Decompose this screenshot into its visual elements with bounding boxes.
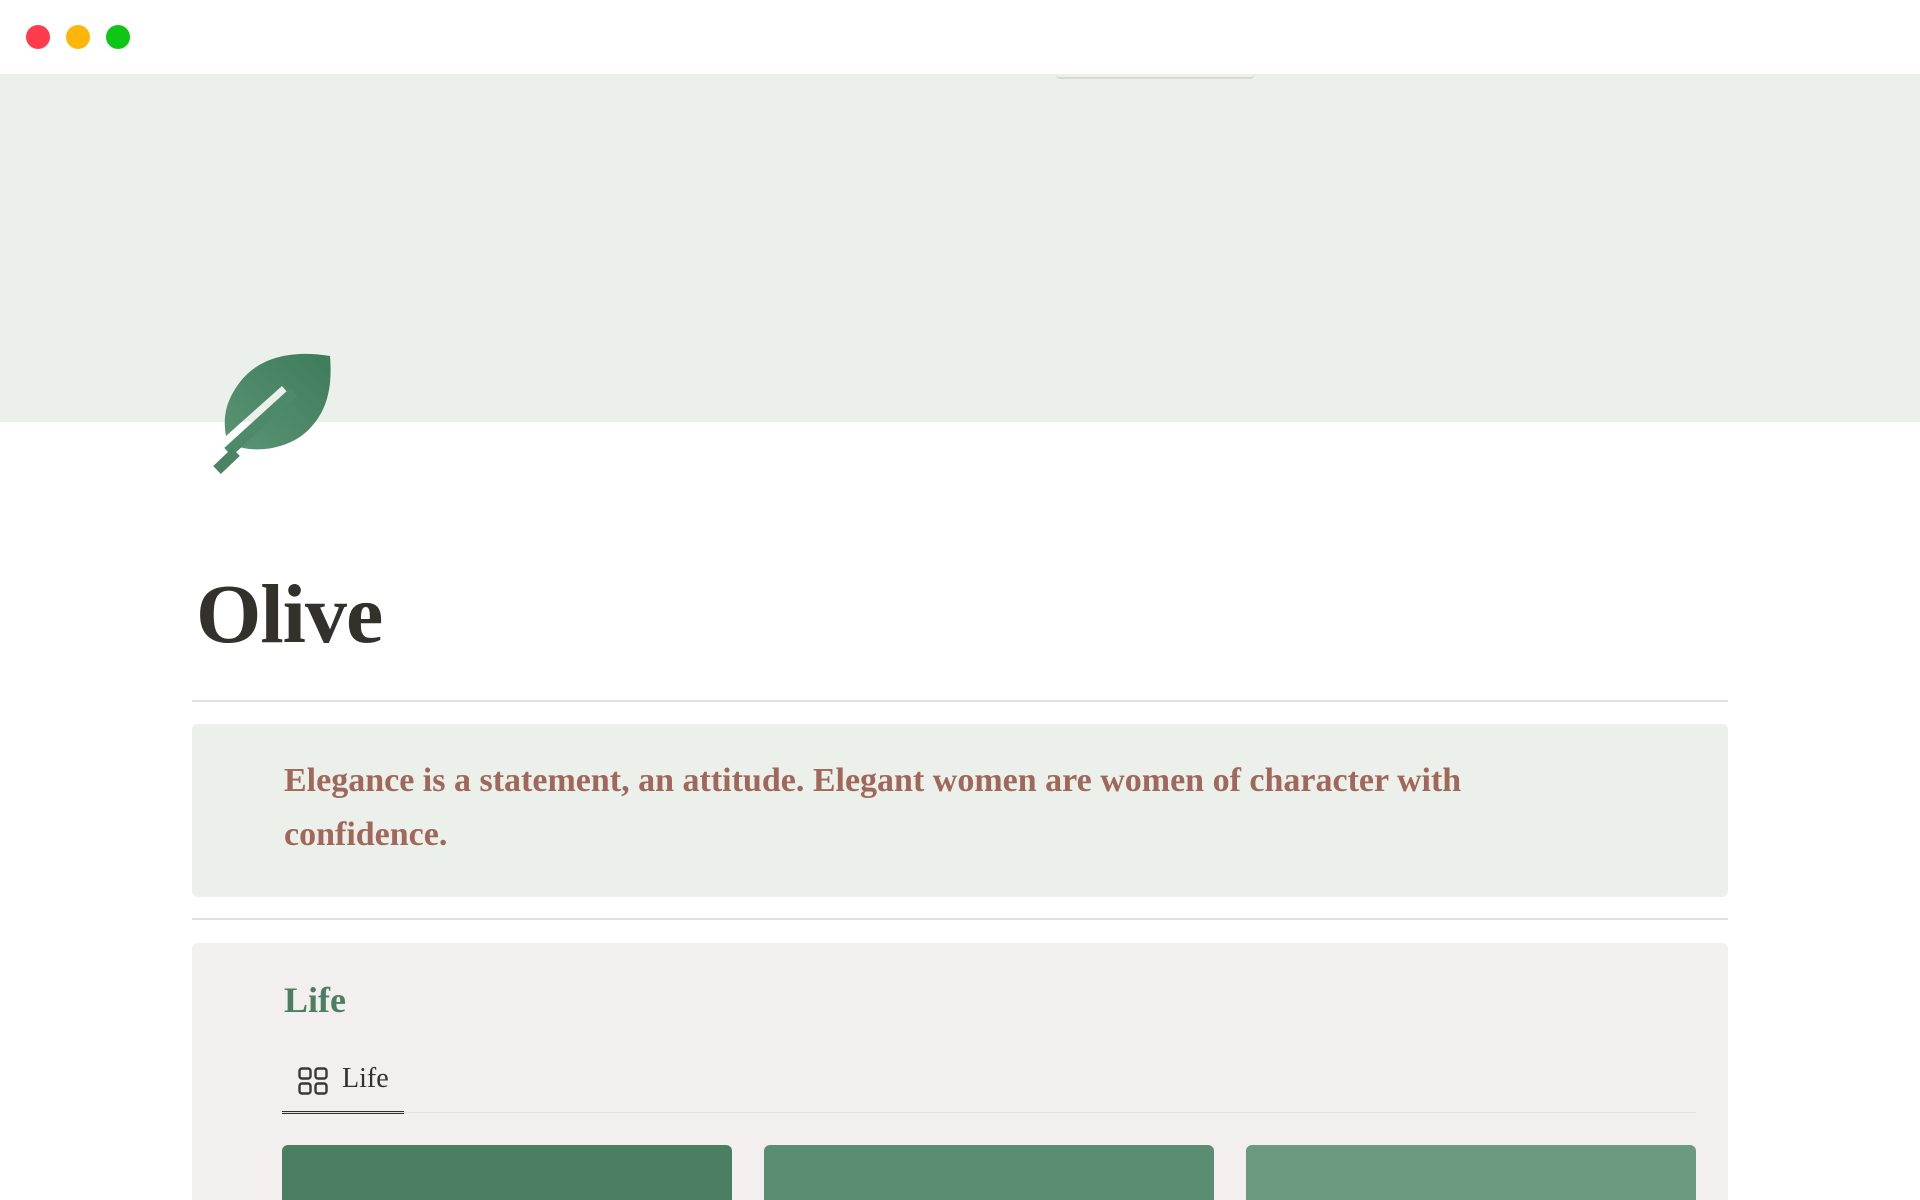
divider	[192, 918, 1728, 920]
life-section: Life Life	[192, 943, 1728, 1200]
title-bar	[0, 0, 1920, 74]
life-heading[interactable]: Life	[284, 975, 346, 1025]
gallery-card[interactable]	[1246, 1145, 1696, 1200]
leaf-icon[interactable]	[212, 352, 338, 482]
tab-life-gallery[interactable]: Life	[282, 1043, 404, 1114]
gallery-view-icon	[298, 1067, 328, 1095]
maximize-window-button[interactable]	[106, 25, 130, 49]
divider	[192, 700, 1728, 702]
gallery-card[interactable]	[282, 1145, 732, 1200]
page-title[interactable]: Olive	[196, 565, 383, 665]
gallery-card[interactable]	[764, 1145, 1214, 1200]
cover-controls-tab[interactable]	[1056, 74, 1254, 79]
tab-underline-rule	[282, 1112, 1696, 1113]
quote-text[interactable]: Elegance is a statement, an attitude. El…	[284, 754, 1624, 862]
quote-callout[interactable]: Elegance is a statement, an attitude. El…	[192, 724, 1728, 897]
notion-window: Olive Elegance is a statement, an attitu…	[0, 0, 1920, 1200]
tab-life-label: Life	[342, 1063, 389, 1094]
close-window-button[interactable]	[26, 25, 50, 49]
minimize-window-button[interactable]	[66, 25, 90, 49]
